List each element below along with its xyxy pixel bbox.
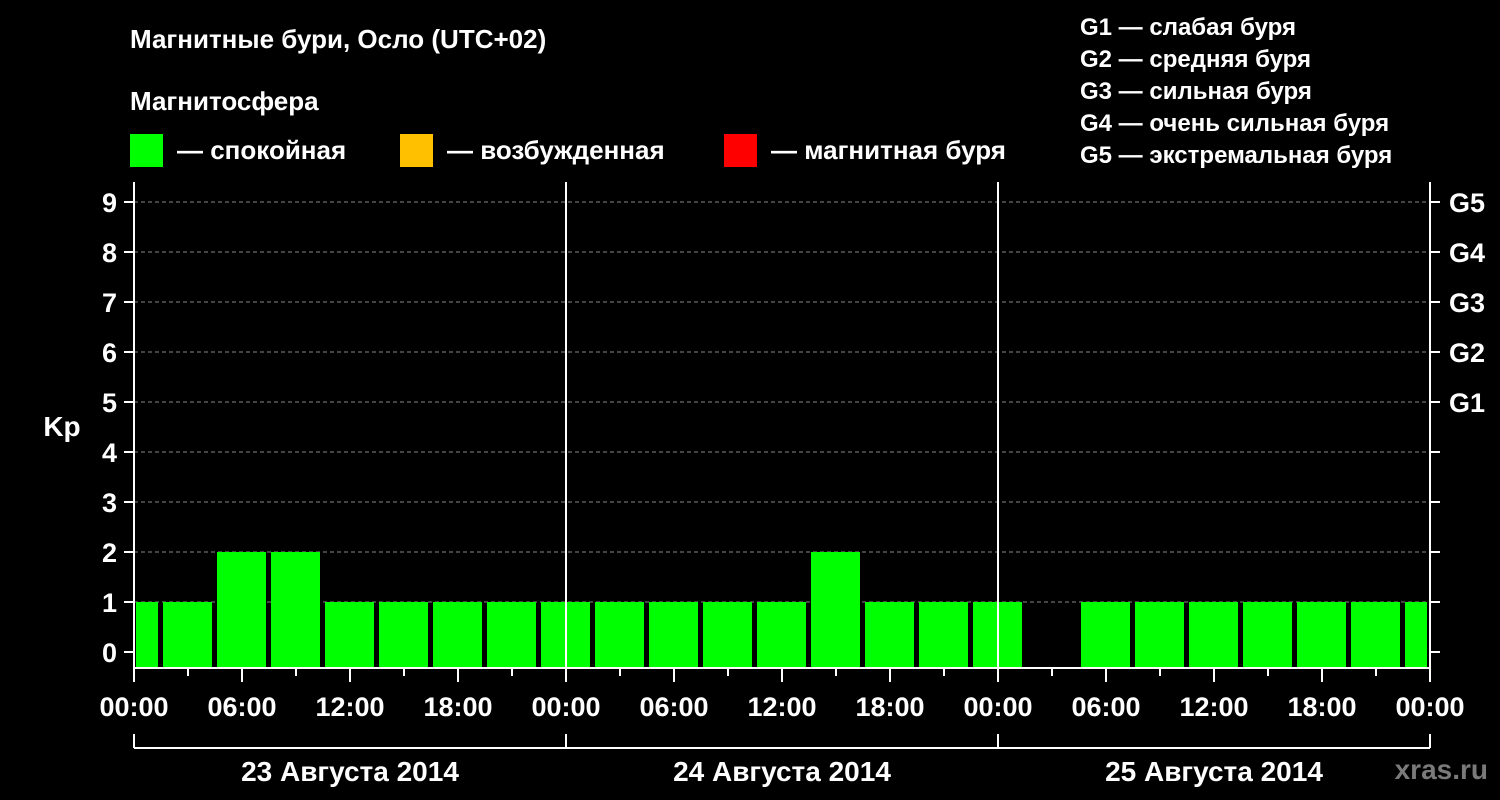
kp-bar — [1189, 602, 1238, 668]
g-level-label: G2 — [1449, 338, 1485, 368]
kp-bar — [703, 602, 752, 668]
kp-bar — [649, 602, 698, 668]
kp-bar — [1297, 602, 1346, 668]
kp-bar — [379, 602, 428, 668]
kp-bar — [325, 602, 374, 668]
kp-bar — [487, 602, 536, 668]
kp-bar — [1135, 602, 1184, 668]
kp-bar — [1081, 602, 1130, 668]
kp-bar — [271, 552, 320, 668]
x-tick-label: 12:00 — [315, 692, 384, 722]
x-tick-label: 00:00 — [99, 692, 168, 722]
kp-chart: 0 1 2 3 4 5 6 7 8 9 G1 G2 G3 G4 G5 00:00 06:00 12:00 18:00… — [43, 182, 1485, 787]
y-tick-label: 6 — [102, 338, 117, 368]
x-tick-label: 18:00 — [423, 692, 492, 722]
g-level-label: G5 — [1449, 188, 1485, 218]
x-tick-label: 12:00 — [747, 692, 816, 722]
x-tick-label: 18:00 — [855, 692, 924, 722]
x-tick-label: 18:00 — [1287, 692, 1356, 722]
watermark: xras.ru — [1394, 754, 1488, 785]
g-level-label: G1 — [1449, 388, 1485, 418]
y-tick-label: 9 — [102, 188, 117, 218]
g-level-label: G3 — [1449, 288, 1485, 318]
y-tick-label: 3 — [102, 488, 117, 518]
x-tick-label: 06:00 — [639, 692, 708, 722]
x-tick-label: 12:00 — [1179, 692, 1248, 722]
y-tick-label: 1 — [102, 588, 117, 618]
kp-bar — [1405, 602, 1427, 668]
x-tick-label: 06:00 — [1071, 692, 1140, 722]
x-tick-label: 00:00 — [963, 692, 1032, 722]
day-label: 24 Августа 2014 — [673, 756, 891, 787]
kp-bar — [217, 552, 266, 668]
kp-bar — [865, 602, 914, 668]
kp-bar — [595, 602, 644, 668]
kp-bar — [433, 602, 482, 668]
y-tick-label: 5 — [102, 388, 117, 418]
y-tick-label: 0 — [102, 638, 117, 668]
y-tick-label: 4 — [102, 438, 117, 468]
y-tick-label: 2 — [102, 538, 117, 568]
x-tick-label: 00:00 — [531, 692, 600, 722]
kp-bar — [811, 552, 860, 668]
kp-bar — [1243, 602, 1292, 668]
x-tick-label: 00:00 — [1395, 692, 1464, 722]
day-label: 25 Августа 2014 — [1105, 756, 1323, 787]
g-level-label: G4 — [1449, 238, 1485, 268]
kp-bar — [757, 602, 806, 668]
y-tick-label: 8 — [102, 238, 117, 268]
kp-bar — [136, 602, 158, 668]
kp-bar — [919, 602, 968, 668]
y-axis-label: Kp — [43, 411, 80, 442]
x-tick-label: 06:00 — [207, 692, 276, 722]
kp-bar — [163, 602, 212, 668]
y-tick-label: 7 — [102, 288, 117, 318]
kp-bar — [1351, 602, 1400, 668]
day-label: 23 Августа 2014 — [241, 756, 459, 787]
